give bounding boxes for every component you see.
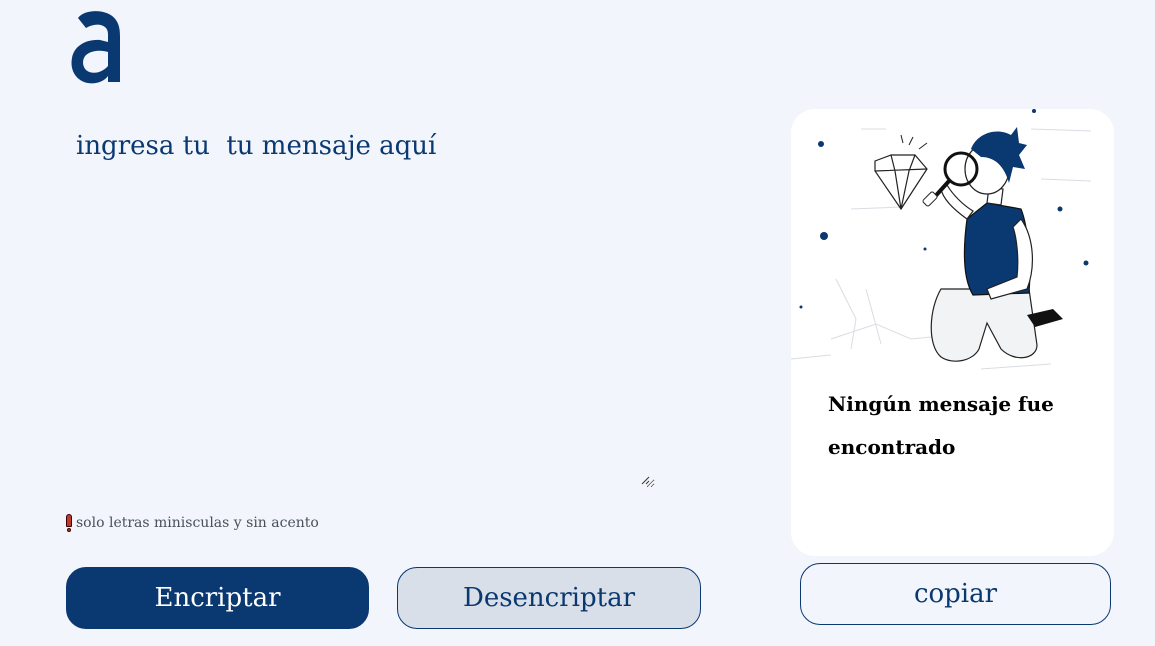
encrypt-button[interactable]: Encriptar: [66, 567, 369, 629]
message-input[interactable]: [70, 120, 655, 488]
exclamation-icon: [66, 514, 72, 532]
person-with-magnifying-glass-illustration: [791, 109, 1092, 370]
output-panel: Ningún mensaje fue encontrado: [791, 109, 1114, 556]
no-message-text: Ningún mensaje fue encontrado: [828, 392, 1054, 459]
input-hint: solo letras minisculas y sin acento: [66, 514, 319, 532]
copy-button[interactable]: copiar: [800, 563, 1111, 625]
resize-grip-icon[interactable]: [1102, 544, 1112, 554]
resize-grip-icon[interactable]: [640, 475, 650, 485]
alura-logo: [71, 11, 120, 84]
decrypt-button[interactable]: Desencriptar: [397, 567, 701, 629]
hint-text: solo letras minisculas y sin acento: [76, 515, 319, 531]
